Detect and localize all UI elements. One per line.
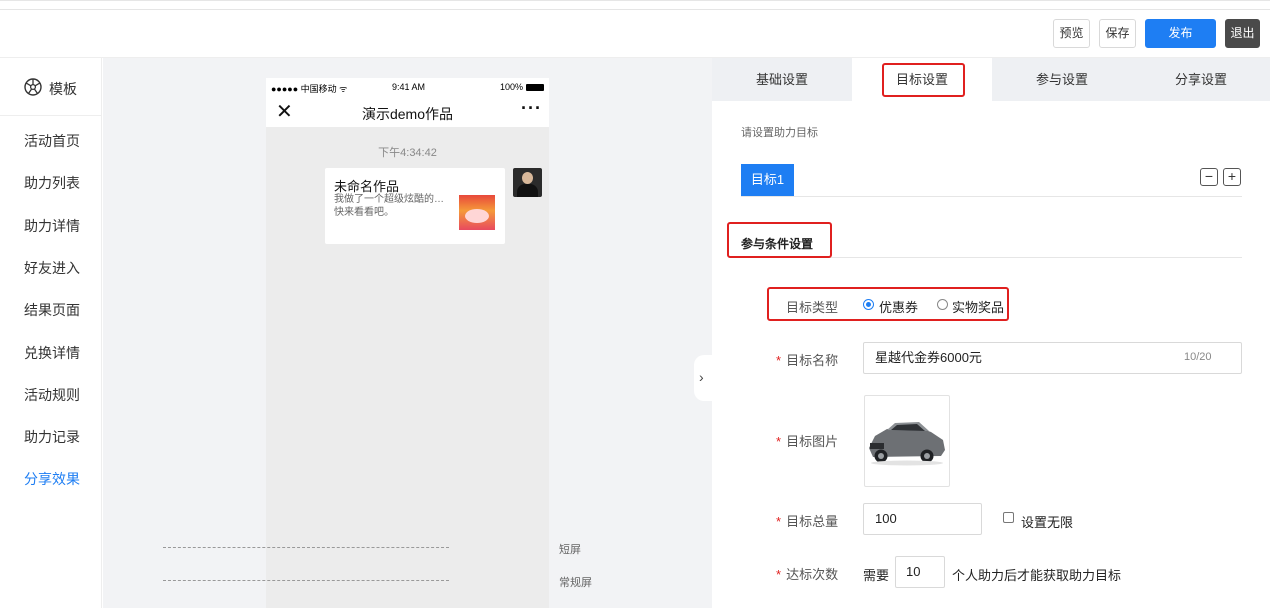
goal-type-label: 目标类型 [786,300,839,315]
share-card-desc: 我做了一个超级炫酷的…快来看看吧。 [334,194,444,218]
sidebar-item-share-effect[interactable]: 分享效果 [24,469,80,489]
phone-preview: ●●●●● 中国移动 ᯤ 9:41 AM 100% ✕ 演示demo作品 ···… [266,78,549,608]
unlimited-checkbox[interactable] [1003,512,1014,523]
tab-participation-settings[interactable]: 参与设置 [992,58,1132,101]
coupon-radio-label[interactable]: 优惠券 [879,297,918,316]
sidebar-item-redeem-detail[interactable]: 兑换详情 [24,343,80,363]
goal-total-input[interactable]: 100 [863,503,982,535]
sidebar-template-label: 模板 [49,81,77,97]
preview-button[interactable]: 预览 [1053,19,1090,48]
short-screen-guide-line [163,547,449,548]
required-mark: * [776,567,782,582]
goal-1-tab[interactable]: 目标1 [741,164,794,196]
sidebar-item-friend-enter[interactable]: 好友进入 [24,258,80,278]
share-card[interactable]: 未命名作品 我做了一个超级炫酷的…快来看看吧。 [325,168,505,244]
save-button[interactable]: 保存 [1099,19,1136,48]
sidebar-item-result-page[interactable]: 结果页面 [24,300,80,320]
required-mark: * [776,353,782,368]
publish-button[interactable]: 发布 [1145,19,1216,48]
sidebar-item-activity-home[interactable]: 活动首页 [24,131,80,151]
normal-screen-guide-line [163,580,449,581]
phone-nav-title: 演示demo作品 [361,106,454,122]
phone-status-bar: ●●●●● 中国移动 ᯤ 9:41 AM 100% [266,78,549,96]
required-mark: * [776,514,782,529]
exit-button[interactable]: 退出 [1225,19,1260,48]
share-card-thumbnail [459,195,495,230]
top-toolbar: 预览 保存 发布 退出 [0,0,1270,58]
panel-collapse-toggle[interactable]: › [694,355,713,401]
goal-total-label: * 目标总量 [776,514,839,529]
required-times-input[interactable]: 10 [895,556,945,588]
goal-name-label: * 目标名称 [776,353,839,368]
status-carrier: ●●●●● 中国移动 ᯤ [271,84,348,94]
chevron-right-icon: › [699,369,704,385]
required-times-suffix: 个人助力后才能获取助力目标 [952,568,1122,583]
section-title-highlight [727,222,832,258]
add-goal-button[interactable]: + [1223,168,1241,186]
avatar [513,168,542,197]
message-time: 下午4:34:42 [378,147,437,159]
coupon-radio[interactable] [863,299,874,310]
car-image [869,422,945,466]
goal-tab-divider [741,196,1242,197]
goal-hint: 请设置助力目标 [741,127,818,139]
goal-name-counter: 10/20 [1184,351,1212,363]
short-screen-label: 短屏 [559,544,581,556]
preview-canvas: ●●●●● 中国移动 ᯤ 9:41 AM 100% ✕ 演示demo作品 ···… [103,58,712,608]
status-battery: 100% [500,82,524,92]
goal-image-label: * 目标图片 [776,434,839,449]
required-times-label: * 达标次数 [776,567,839,582]
sidebar-item-help-list[interactable]: 助力列表 [24,173,80,193]
battery-icon [526,84,544,91]
tab-share-settings[interactable]: 分享设置 [1131,58,1270,101]
sidebar-item-help-record[interactable]: 助力记录 [24,427,80,447]
settings-tabs: 基础设置 目标设置 参与设置 分享设置 [712,58,1270,101]
required-times-prefix: 需要 [863,568,890,583]
normal-screen-label: 常规屏 [559,577,592,589]
required-mark: * [776,434,782,449]
template-icon [24,78,42,96]
phone-nav-bar: ✕ 演示demo作品 ··· [266,96,549,127]
physical-prize-radio-label[interactable]: 实物奖品 [952,297,1004,316]
goal-tab-highlight [882,63,965,97]
status-time: 9:41 AM [392,82,426,92]
sidebar-item-help-detail[interactable]: 助力详情 [24,216,80,236]
tab-basic-settings[interactable]: 基础设置 [712,58,852,101]
physical-prize-radio[interactable] [937,299,948,310]
remove-goal-button[interactable]: − [1200,168,1218,186]
top-divider [0,9,1270,10]
unlimited-label[interactable]: 设置无限 [1021,512,1073,531]
goal-image-upload[interactable] [864,395,950,487]
more-icon[interactable]: ··· [521,98,542,119]
sidebar-item-activity-rules[interactable]: 活动规则 [24,385,80,405]
sidebar-template-header[interactable]: 模板 [0,58,102,116]
